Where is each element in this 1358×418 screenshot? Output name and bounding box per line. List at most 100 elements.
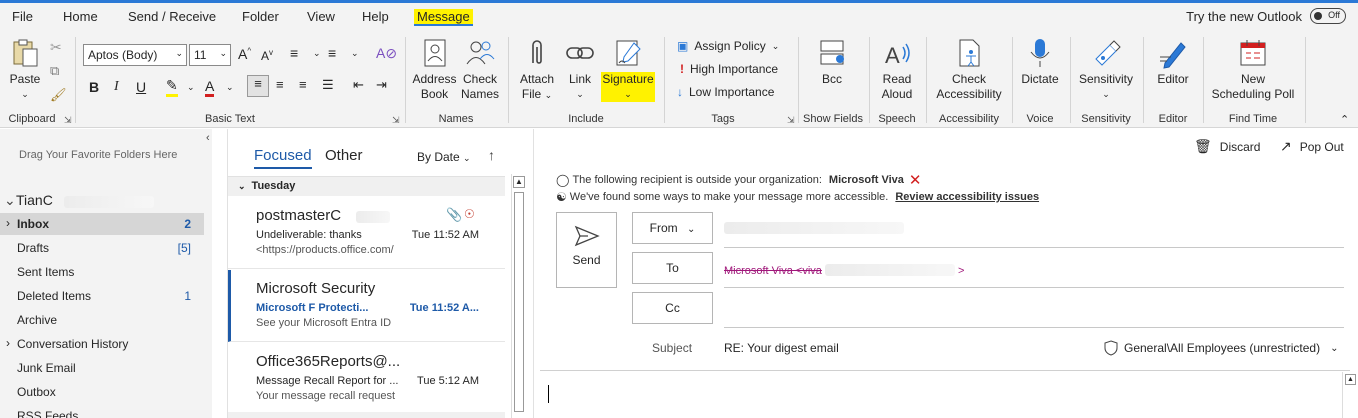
folder-inbox[interactable]: › Inbox 2 <box>0 213 204 235</box>
editor-button[interactable]: Editor <box>1152 37 1194 87</box>
sensitivity-button[interactable]: Sensitivity ⌄ <box>1078 37 1134 102</box>
folder-rss-feeds[interactable]: RSS Feeds <box>0 405 204 418</box>
bold-icon[interactable]: B <box>89 79 99 95</box>
send-button[interactable]: Send <box>556 212 617 288</box>
numbering-icon[interactable]: ≡ <box>328 45 336 61</box>
message-item-selected[interactable]: Microsoft Security Microsoft F Protecti.… <box>228 270 505 342</box>
from-button[interactable]: From ⌄ <box>632 212 713 244</box>
increase-indent-icon[interactable]: ⇥ <box>376 77 387 93</box>
check-accessibility-button[interactable]: Check Accessibility <box>935 37 1003 102</box>
tab-view[interactable]: View <box>307 9 335 24</box>
clear-formatting-icon[interactable]: A⊘ <box>376 45 397 62</box>
bullets-dropdown-icon[interactable]: ⌄ <box>313 48 321 59</box>
cc-button[interactable]: Cc <box>632 292 713 324</box>
try-new-toggle[interactable]: Off <box>1310 8 1346 24</box>
dictate-button[interactable]: Dictate <box>1018 37 1062 87</box>
message-item[interactable]: postmasterC 📎 ☉ Undeliverable: thanks Tu… <box>228 197 505 269</box>
tab-focused[interactable]: Focused <box>254 147 312 169</box>
signature-button[interactable]: Signature ⌄ <box>601 37 655 102</box>
account-redacted <box>64 196 154 208</box>
scroll-up-icon[interactable]: ▲ <box>1345 374 1356 385</box>
tab-home[interactable]: Home <box>63 9 98 24</box>
folder-deleted-items[interactable]: Deleted Items 1 <box>0 285 204 307</box>
decrease-indent-icon[interactable]: ⇤ <box>353 77 364 93</box>
folder-outbox[interactable]: Outbox <box>0 381 204 403</box>
pop-out-button[interactable]: ↗ Pop Out <box>1280 138 1344 155</box>
italic-icon[interactable]: I <box>114 79 119 95</box>
check-names-button[interactable]: Check Names <box>459 37 501 102</box>
tab-send-receive[interactable]: Send / Receive <box>128 9 216 24</box>
basic-text-launcher-icon[interactable]: ⇲ <box>392 115 400 126</box>
to-button[interactable]: To <box>632 252 713 284</box>
collapse-ribbon-icon[interactable]: ⌃ <box>1340 113 1349 126</box>
paste-button[interactable]: Paste ⌄ <box>8 37 42 102</box>
tab-folder[interactable]: Folder <box>242 9 279 24</box>
message-list-scrollbar[interactable]: ▲ <box>511 174 526 418</box>
folder-archive[interactable]: Archive <box>0 309 204 331</box>
collapse-folder-pane-icon[interactable]: ‹ <box>206 132 210 144</box>
address-book-button[interactable]: Address Book <box>412 37 457 102</box>
tab-file[interactable]: File <box>12 9 33 24</box>
try-new-outlook: Try the new Outlook Off <box>1186 8 1346 24</box>
assign-policy-button[interactable]: ▣ Assign Policy ⌄ <box>677 39 779 53</box>
bullets-icon[interactable]: ≡ <box>290 45 298 61</box>
align-right-icon[interactable]: ≡ <box>299 77 307 92</box>
format-painter-icon[interactable]: 🖌 <box>50 87 67 103</box>
sort-by-date[interactable]: By Date ⌄ <box>417 150 471 164</box>
scheduling-poll-button[interactable]: New Scheduling Poll <box>1209 37 1297 102</box>
editor-group-label: Editor <box>1158 113 1188 125</box>
grow-font-icon[interactable]: A^ <box>238 46 251 62</box>
voice-group-label: Voice <box>1026 113 1054 125</box>
date-group-header[interactable]: ⌄ Tuesday <box>228 176 505 196</box>
copy-icon[interactable]: ⧉ <box>50 63 59 79</box>
account-header[interactable]: ⌄TianC <box>4 192 154 209</box>
align-left-icon[interactable]: ≡ <box>247 75 269 97</box>
tab-message[interactable]: Message <box>414 9 473 26</box>
clipboard-launcher-icon[interactable]: ⇲ <box>64 115 72 126</box>
body-scrollbar[interactable]: ▲ <box>1342 372 1357 418</box>
scroll-up-icon[interactable]: ▲ <box>513 176 525 188</box>
font-size-select[interactable]: 11 ⌄ <box>189 44 231 66</box>
tab-help[interactable]: Help <box>362 9 389 24</box>
tags-launcher-icon[interactable]: ⇲ <box>787 115 795 126</box>
high-importance-button[interactable]: ! High Importance <box>680 62 778 76</box>
discard-button[interactable]: 🗑 Discard <box>1194 138 1260 155</box>
attach-file-button[interactable]: Attach File ⌄ <box>517 37 557 103</box>
scroll-thumb[interactable] <box>514 192 524 412</box>
bcc-button[interactable]: Bcc <box>812 37 852 87</box>
font-family-select[interactable]: Aptos (Body) ⌄ <box>83 44 187 66</box>
sort-direction-icon[interactable]: ↑ <box>488 147 495 163</box>
numbering-dropdown-icon[interactable]: ⌄ <box>351 48 359 59</box>
people-icon: ◯ <box>556 173 570 187</box>
notice-recipient: Microsoft Viva <box>828 174 904 186</box>
cut-icon[interactable]: ✂ <box>50 39 62 56</box>
to-recipient[interactable]: Microsoft Viva <viva > <box>724 262 964 277</box>
link-icon <box>566 47 594 59</box>
highlight-icon[interactable]: ✎ <box>166 77 178 97</box>
remove-recipient-icon[interactable]: ✕ <box>909 171 922 189</box>
folder-sent-items[interactable]: Sent Items <box>0 261 204 283</box>
message-subject: Message Recall Report for ... <box>256 375 399 387</box>
tab-other[interactable]: Other <box>325 147 363 164</box>
highlight-dropdown-icon[interactable]: ⌄ <box>187 82 195 93</box>
justify-icon[interactable]: ☰ <box>322 77 334 93</box>
sensitivity-label-picker[interactable]: General\All Employees (unrestricted) ⌄ <box>1104 340 1338 356</box>
read-aloud-button[interactable]: A Read Aloud <box>877 37 917 102</box>
shrink-font-icon[interactable]: Av <box>261 48 273 63</box>
message-item[interactable]: Office365Reports@... Message Recall Repo… <box>228 343 505 415</box>
address-book-label-1: Address <box>412 72 457 86</box>
low-importance-button[interactable]: ↓ Low Importance <box>677 85 774 99</box>
folder-drafts[interactable]: Drafts [5] <box>0 237 204 259</box>
font-color-dropdown-icon[interactable]: ⌄ <box>226 82 234 93</box>
review-accessibility-link[interactable]: Review accessibility issues <box>895 191 1039 203</box>
align-center-icon[interactable]: ≡ <box>276 77 284 92</box>
underline-icon[interactable]: U <box>136 79 146 95</box>
body-text-caret[interactable] <box>548 385 549 403</box>
chevron-down-icon: ⌄ <box>686 224 696 235</box>
font-family-value: Aptos (Body) <box>88 48 158 62</box>
subject-input[interactable]: RE: Your digest email <box>724 341 839 355</box>
folder-conversation-history[interactable]: › Conversation History <box>0 333 204 355</box>
link-button[interactable]: Link ⌄ <box>563 37 597 102</box>
folder-junk-email[interactable]: Junk Email <box>0 357 204 379</box>
font-color-icon[interactable]: A <box>205 78 215 97</box>
